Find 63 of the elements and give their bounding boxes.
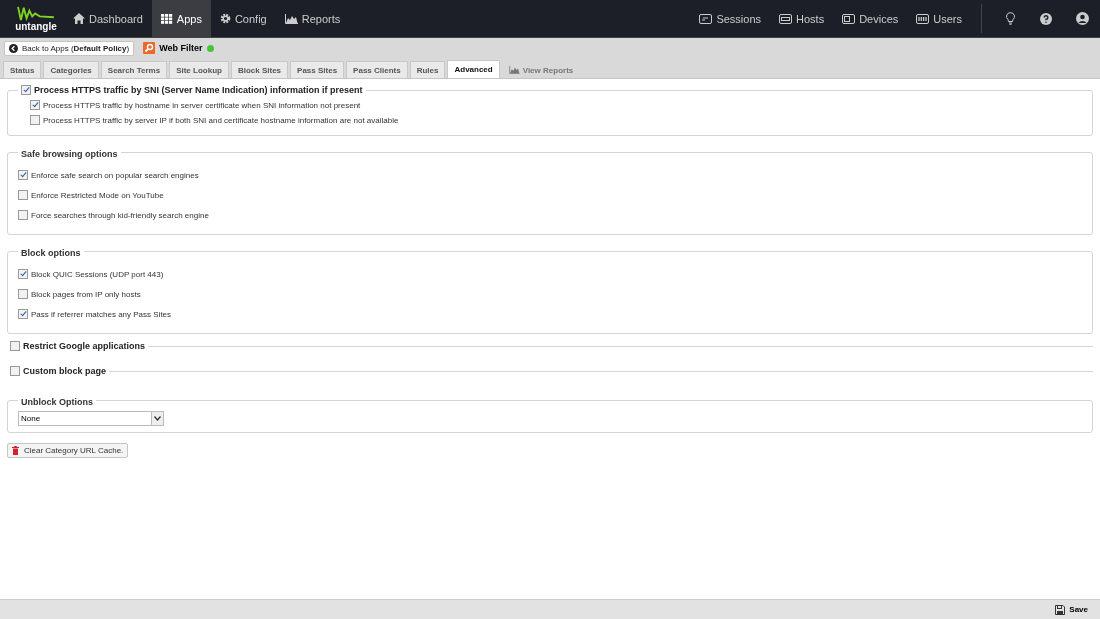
tab[interactable]: Pass Clients bbox=[346, 61, 408, 78]
nav-item[interactable]: Devices bbox=[833, 0, 908, 37]
checkbox[interactable] bbox=[18, 210, 28, 220]
nav-item[interactable]: Dashboard bbox=[64, 0, 152, 37]
monitor-icon bbox=[779, 13, 792, 24]
grid-icon bbox=[160, 13, 173, 24]
monitor-icon bbox=[699, 13, 713, 24]
wave-logo-icon bbox=[17, 5, 55, 22]
logo[interactable]: untangle bbox=[8, 0, 64, 37]
app-title: Web Filter bbox=[159, 43, 203, 53]
checkbox[interactable] bbox=[18, 170, 28, 180]
settings-icon bbox=[219, 13, 231, 24]
checkbox[interactable] bbox=[30, 100, 40, 110]
trash-icon bbox=[12, 446, 19, 455]
save-button[interactable]: Save bbox=[1049, 603, 1094, 616]
tab[interactable]: Pass Sites bbox=[290, 61, 345, 78]
dropdown-field[interactable]: None bbox=[18, 411, 164, 426]
caret-icon bbox=[154, 416, 161, 421]
checkbox-label: Force searches through kid-friendly search engine bbox=[31, 210, 209, 220]
checkbox-label: Custom block page bbox=[23, 366, 106, 376]
nav-item[interactable]: Users bbox=[907, 0, 971, 37]
grid-icon bbox=[916, 13, 930, 24]
checkbox[interactable] bbox=[10, 341, 20, 351]
logo-text: untangle bbox=[15, 22, 57, 32]
checkbox[interactable] bbox=[30, 115, 40, 125]
tab[interactable]: Block Sites bbox=[230, 61, 289, 78]
checkbox-label: Block pages from IP only hosts bbox=[31, 289, 141, 299]
section-title: Unblock Options bbox=[21, 397, 93, 407]
tab[interactable]: Search Terms bbox=[100, 61, 168, 78]
checkbox[interactable] bbox=[18, 309, 28, 319]
section-title: Block options bbox=[21, 248, 81, 258]
magnifier-app-icon bbox=[143, 42, 156, 54]
checkbox-label: Enforce safe search on popular search engines bbox=[31, 170, 199, 180]
nav-item[interactable]: Reports bbox=[275, 0, 350, 37]
checkbox-label: Enforce Restricted Mode on YouTube bbox=[31, 190, 164, 200]
monitor-icon bbox=[842, 13, 856, 24]
checkbox-label: Restrict Google applications bbox=[23, 341, 146, 351]
tab[interactable]: Site Lookup bbox=[169, 61, 229, 78]
checkbox-label: Process HTTPS traffic by server IP if both SNI and certificate hostname information are not available bbox=[43, 115, 399, 125]
checkbox[interactable] bbox=[21, 85, 31, 95]
checkbox-label: Process HTTPS traffic by hostname in server certificate when SNI information not present bbox=[43, 100, 361, 110]
home-icon bbox=[73, 13, 85, 24]
checkbox[interactable] bbox=[10, 366, 20, 376]
checkbox[interactable] bbox=[18, 269, 28, 279]
back-button[interactable]: Back to Apps (Default Policy) bbox=[4, 40, 135, 56]
tab[interactable]: Categories bbox=[43, 61, 99, 78]
nav-item[interactable]: Apps bbox=[151, 0, 211, 37]
tab[interactable]: Advanced bbox=[447, 60, 500, 78]
nav-item[interactable]: Sessions bbox=[690, 0, 770, 37]
checkbox-label: Pass if referrer matches any Pass Sites bbox=[31, 309, 172, 319]
clear-cache-button[interactable]: Clear Category URL Cache. bbox=[7, 443, 129, 458]
checkbox-label: Block QUIC Sessions (UDP port 443) bbox=[31, 269, 164, 279]
checkbox[interactable] bbox=[18, 190, 28, 200]
section-title: Safe browsing options bbox=[21, 149, 118, 159]
checkbox[interactable] bbox=[18, 289, 28, 299]
area-chart-icon bbox=[508, 66, 520, 74]
nav-item[interactable]: Config bbox=[210, 0, 276, 37]
nav-item[interactable]: Hosts bbox=[770, 0, 834, 37]
tab[interactable]: Status bbox=[3, 61, 42, 78]
area-chart-icon bbox=[284, 13, 298, 24]
back-arrow-icon bbox=[9, 43, 18, 53]
checkbox-label: Process HTTPS traffic by SNI (Server Name Indication) information if present bbox=[34, 85, 363, 95]
tab[interactable]: Rules bbox=[409, 61, 446, 78]
